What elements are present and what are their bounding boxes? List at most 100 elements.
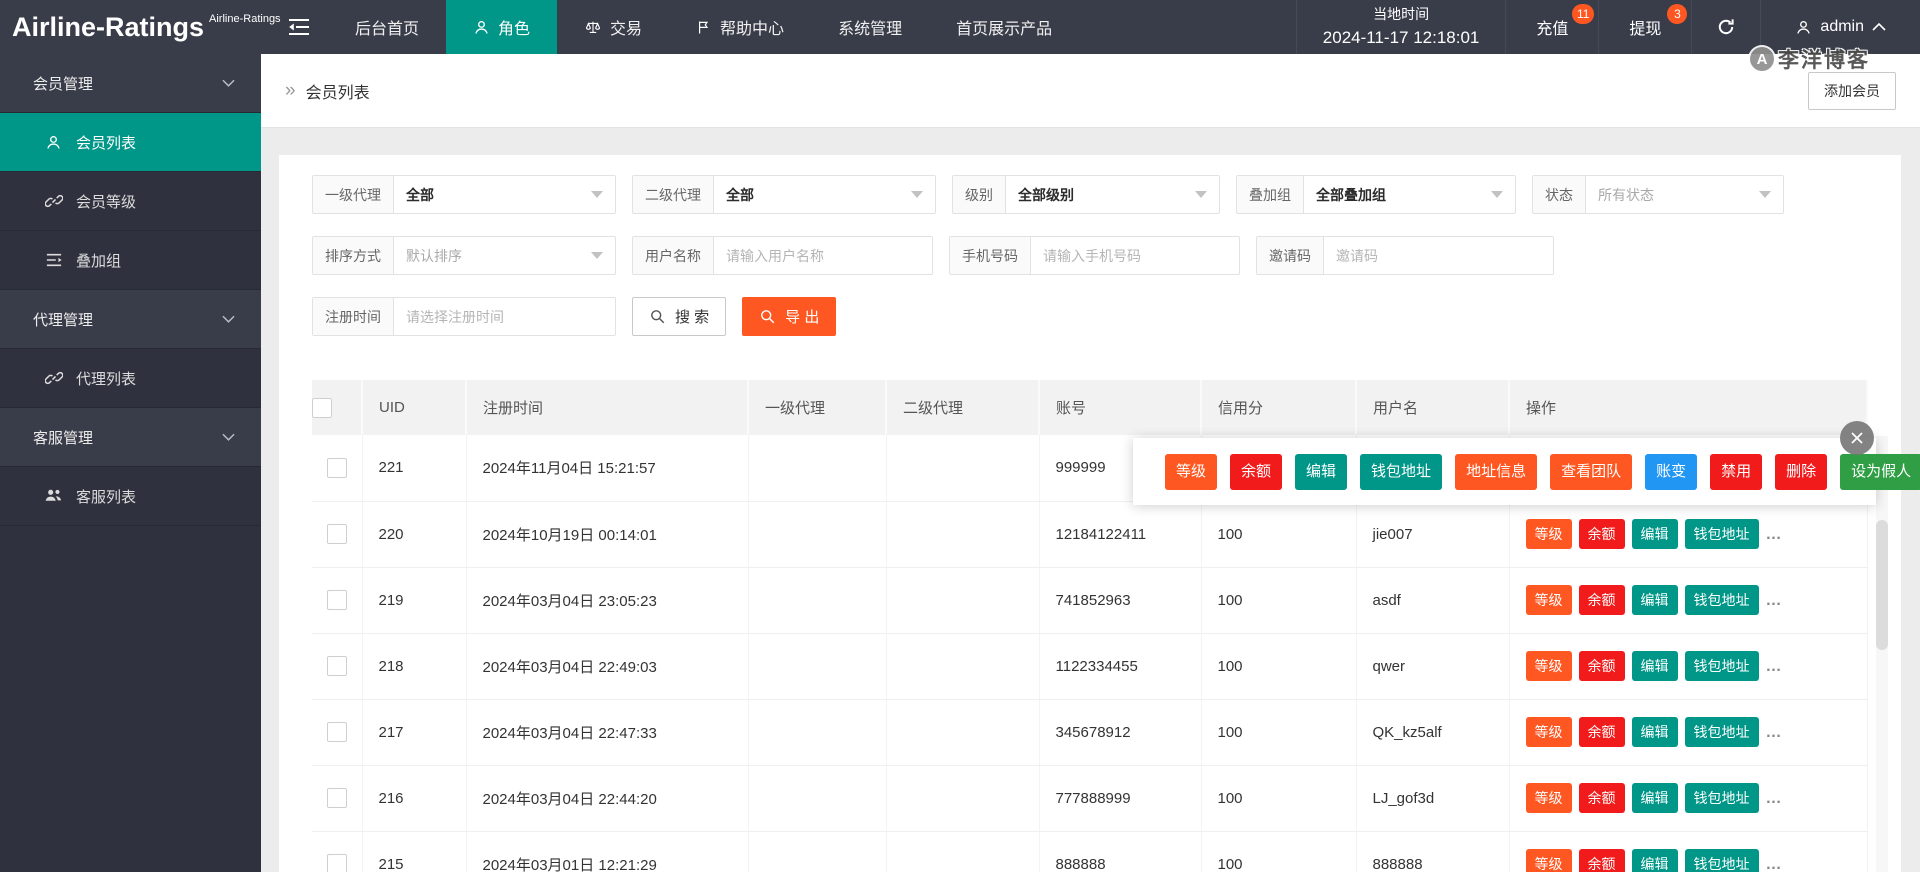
overlay-group-select[interactable]: 全部叠加组 [1304,176,1515,213]
row-more-actions-button[interactable]: … [1766,790,1783,807]
col-header-agent2: 二级代理 [886,380,1039,435]
cell-username: jie007 [1356,501,1509,567]
row-action-level-button[interactable]: 等级 [1526,519,1572,549]
row-checkbox[interactable] [327,458,347,478]
search-icon [649,308,666,325]
row-action-balance-button[interactable]: 余额 [1579,783,1625,813]
row-checkbox[interactable] [327,788,347,808]
popup-edit-button[interactable]: 编辑 [1295,454,1347,490]
withdraw-link[interactable]: 提现 3 [1599,0,1692,54]
popup-wallet-address-button[interactable]: 钱包地址 [1360,454,1442,490]
row-action-edit-button[interactable]: 编辑 [1632,519,1678,549]
sidebar-item-overlay-group[interactable]: 叠加组 [0,231,261,290]
agent1-select[interactable]: 全部 [394,176,615,213]
cell-regtime: 2024年03月01日 12:21:29 [466,831,748,872]
add-member-button[interactable]: 添加会员 [1808,72,1896,110]
row-action-balance-button[interactable]: 余额 [1579,651,1625,681]
nav-item-system[interactable]: 系统管理 [811,0,929,54]
nav-item-help-center[interactable]: 帮助中心 [669,0,811,54]
row-more-actions-button[interactable]: … [1766,856,1783,872]
sidebar-group-service-management[interactable]: 客服管理 [0,408,261,467]
row-action-level-button[interactable]: 等级 [1526,717,1572,747]
popup-set-fake-button[interactable]: 设为假人 [1840,454,1920,490]
nav-item-trade[interactable]: 交易 [557,0,669,54]
regtime-input[interactable] [394,298,615,335]
sidebar-item-service-list[interactable]: 客服列表 [0,467,261,526]
sidebar-group-member-management[interactable]: 会员管理 [0,54,261,113]
nav-item-roles[interactable]: 角色 [446,0,557,54]
row-more-actions-button[interactable]: … [1766,658,1783,675]
popup-disable-button[interactable]: 禁用 [1710,454,1762,490]
cell-credit: 100 [1201,765,1356,831]
popup-address-info-button[interactable]: 地址信息 [1455,454,1537,490]
users-icon [44,488,63,504]
cell-uid: 217 [362,699,466,765]
sidebar-item-agent-list[interactable]: 代理列表 [0,349,261,408]
row-action-level-button[interactable]: 等级 [1526,585,1572,615]
popup-account-change-button[interactable]: 账变 [1645,454,1697,490]
row-action-edit-button[interactable]: 编辑 [1632,651,1678,681]
popup-level-button[interactable]: 等级 [1165,454,1217,490]
row-action-balance-button[interactable]: 余额 [1579,519,1625,549]
sidebar-item-member-level[interactable]: 会员等级 [0,172,261,231]
username-input[interactable] [714,237,932,274]
cell-account: 1122334455 [1039,633,1201,699]
popup-delete-button[interactable]: 删除 [1775,454,1827,490]
row-action-level-button[interactable]: 等级 [1526,783,1572,813]
sort-select[interactable]: 默认排序 [394,237,615,274]
row-action-balance-button[interactable]: 余额 [1579,717,1625,747]
status-select[interactable]: 所有状态 [1586,176,1783,213]
popup-view-team-button[interactable]: 查看团队 [1550,454,1632,490]
table-scrollbar-thumb[interactable] [1876,520,1888,650]
row-checkbox[interactable] [327,524,347,544]
phone-input[interactable] [1031,237,1239,274]
cell-uid: 218 [362,633,466,699]
sidebar-group-agent-management[interactable]: 代理管理 [0,290,261,349]
row-action-edit-button[interactable]: 编辑 [1632,585,1678,615]
row-more-actions-button[interactable]: … [1766,724,1783,741]
select-all-checkbox[interactable] [312,398,332,418]
recharge-label: 充值 [1536,15,1568,39]
export-button[interactable]: 导 出 [742,297,836,336]
user-menu[interactable]: admin [1761,0,1920,54]
row-more-actions-button[interactable]: … [1766,526,1783,543]
row-action-balance-button[interactable]: 余额 [1579,585,1625,615]
search-icon [759,308,776,325]
row-action-wallet-button[interactable]: 钱包地址 [1685,651,1759,681]
row-action-level-button[interactable]: 等级 [1526,651,1572,681]
row-action-wallet-button[interactable]: 钱包地址 [1685,585,1759,615]
list-icon [44,252,63,268]
row-action-wallet-button[interactable]: 钱包地址 [1685,783,1759,813]
row-more-actions-button[interactable]: … [1766,592,1783,609]
caret-down-icon [1759,191,1771,198]
sidebar-item-member-list[interactable]: 会员列表 [0,113,261,172]
level-select[interactable]: 全部级别 [1006,176,1219,213]
refresh-button[interactable] [1692,0,1761,54]
row-action-edit-button[interactable]: 编辑 [1632,849,1678,872]
select-value: 全部叠加组 [1316,185,1386,205]
flag-icon [696,19,712,36]
row-action-edit-button[interactable]: 编辑 [1632,717,1678,747]
recharge-link[interactable]: 充值 11 [1506,0,1599,54]
row-checkbox[interactable] [327,590,347,610]
invite-code-input[interactable] [1324,237,1553,274]
col-header-actions: 操作 [1509,380,1867,435]
sidebar-collapse-button[interactable] [270,0,328,54]
popup-close-button[interactable] [1840,421,1874,455]
agent2-select[interactable]: 全部 [714,176,935,213]
row-action-wallet-button[interactable]: 钱包地址 [1685,717,1759,747]
row-action-edit-button[interactable]: 编辑 [1632,783,1678,813]
row-checkbox[interactable] [327,722,347,742]
row-action-balance-button[interactable]: 余额 [1579,849,1625,872]
search-button[interactable]: 搜 索 [632,297,726,336]
nav-item-dashboard[interactable]: 后台首页 [328,0,446,54]
row-action-wallet-button[interactable]: 钱包地址 [1685,519,1759,549]
row-action-wallet-button[interactable]: 钱包地址 [1685,849,1759,872]
popup-balance-button[interactable]: 余额 [1230,454,1282,490]
filter-overlay-group: 叠加组 全部叠加组 [1236,175,1516,214]
row-checkbox[interactable] [327,656,347,676]
nav-item-homepage-products[interactable]: 首页展示产品 [929,0,1079,54]
row-checkbox[interactable] [327,854,347,872]
row-action-level-button[interactable]: 等级 [1526,849,1572,872]
cell-uid: 215 [362,831,466,872]
